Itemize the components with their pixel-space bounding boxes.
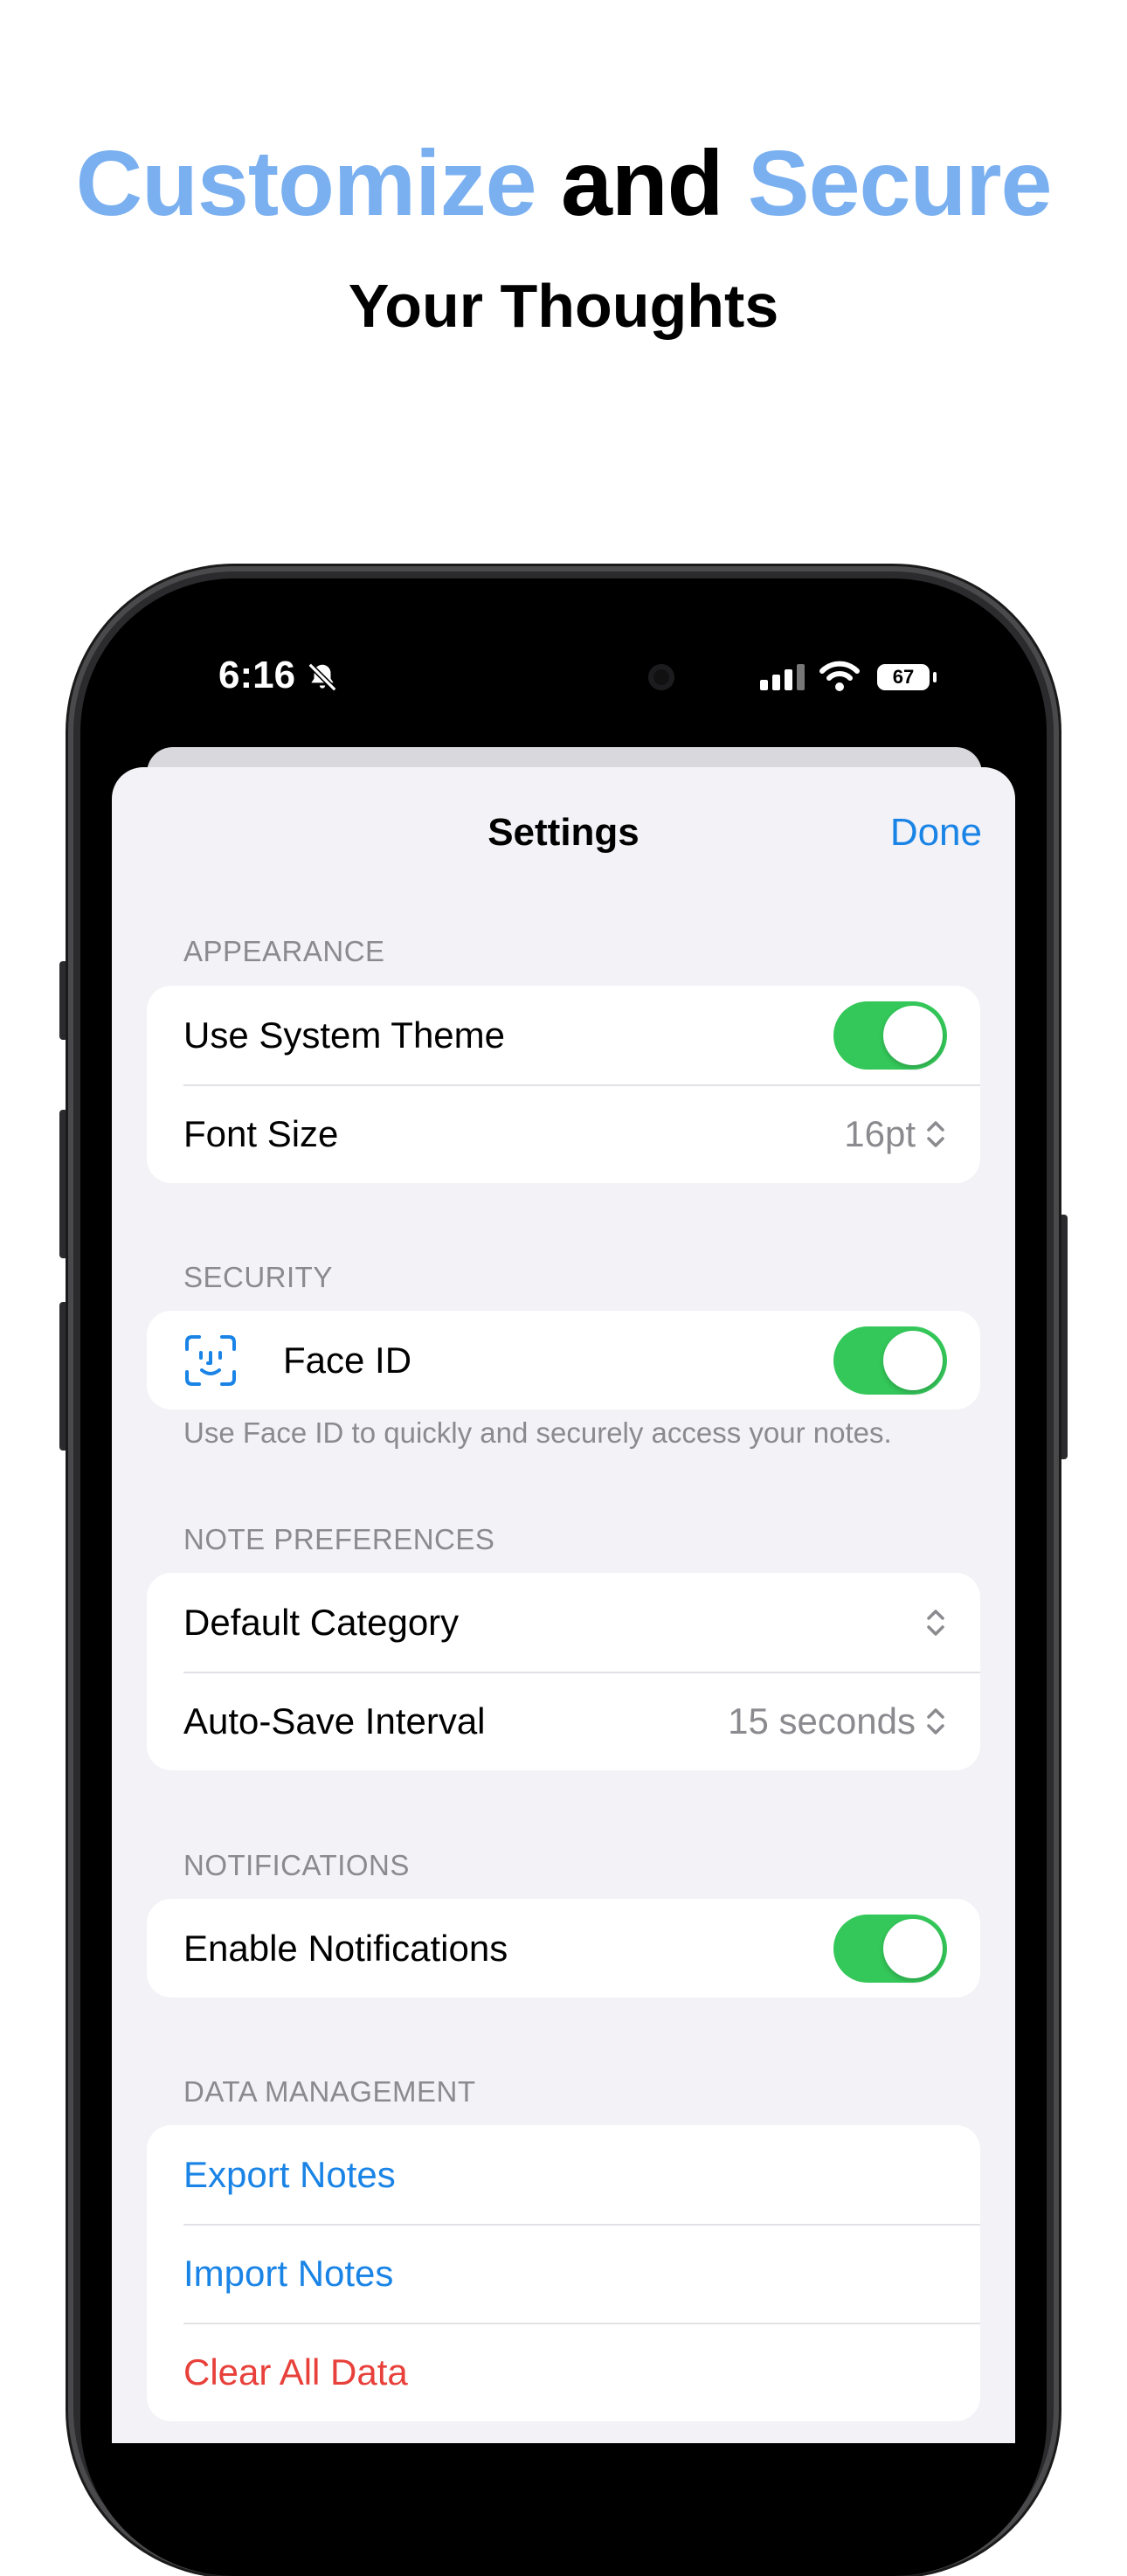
note-preferences-group: Default Category Auto-Save Interval 15 s…: [147, 1573, 980, 1770]
status-time: 6:16: [218, 654, 296, 696]
face-id-footer-note: Use Face ID to quickly and securely acce…: [183, 1416, 892, 1449]
marketing-subtitle: Your Thoughts: [348, 272, 779, 340]
default-category-row[interactable]: Default Category: [147, 1573, 980, 1672]
data-management-group: Export Notes Import Notes Clear All Data: [147, 2125, 980, 2421]
import-notes-row[interactable]: Import Notes: [147, 2224, 980, 2323]
face-id-label: Face ID: [283, 1339, 412, 1381]
default-category-label: Default Category: [183, 1601, 460, 1643]
section-header-notifications: NOTIFICATIONS: [183, 1849, 410, 1881]
settings-sheet: Settings Done APPEARANCE Use System Them…: [112, 767, 1015, 2443]
phone-volume-up-button: [59, 1110, 68, 1258]
face-id-row[interactable]: Face ID: [147, 1311, 980, 1409]
use-system-theme-toggle[interactable]: [833, 1001, 947, 1070]
import-notes-button[interactable]: Import Notes: [183, 2253, 947, 2295]
marketing-headline: Customize and Secure: [0, 122, 1127, 245]
signal-icon: [760, 664, 805, 690]
font-size-row[interactable]: Font Size 16pt: [147, 1084, 980, 1183]
chevron-up-down-icon: [927, 1609, 944, 1636]
headline-word-secure: Secure: [747, 132, 1053, 235]
auto-save-interval-label: Auto-Save Interval: [183, 1700, 486, 1742]
front-camera: [648, 664, 674, 690]
appearance-group: Use System Theme Font Size 16pt: [147, 986, 980, 1183]
font-size-label: Font Size: [183, 1112, 339, 1154]
headline-word-customize: Customize: [75, 132, 537, 235]
battery-tip: [933, 672, 937, 682]
phone-volume-down-button: [59, 1302, 68, 1451]
security-group: Face ID: [147, 1311, 980, 1409]
bell-slash-icon: [308, 662, 337, 692]
export-notes-button[interactable]: Export Notes: [183, 2154, 947, 2196]
done-button[interactable]: Done: [890, 811, 982, 855]
phone-action-button: [59, 961, 68, 1040]
wifi-icon: [819, 661, 860, 691]
enable-notifications-label: Enable Notifications: [183, 1927, 508, 1969]
auto-save-interval-row[interactable]: Auto-Save Interval 15 seconds: [147, 1672, 980, 1770]
enable-notifications-row[interactable]: Enable Notifications: [147, 1899, 980, 1998]
export-notes-row[interactable]: Export Notes: [147, 2125, 980, 2224]
nav-title: Settings: [487, 811, 640, 854]
clear-all-data-row[interactable]: Clear All Data: [147, 2323, 980, 2421]
use-system-theme-row[interactable]: Use System Theme: [147, 986, 980, 1084]
section-header-note-preferences: NOTE PREFERENCES: [183, 1523, 495, 1555]
enable-notifications-toggle[interactable]: [833, 1914, 947, 1983]
toggle-knob: [883, 1918, 943, 1978]
chevron-up-down-icon: [927, 1120, 944, 1147]
battery-icon: 67: [877, 664, 930, 690]
toggle-knob: [883, 1005, 943, 1065]
face-id-icon: [185, 1334, 236, 1386]
auto-save-interval-value: 15 seconds: [728, 1700, 916, 1742]
section-header-appearance: APPEARANCE: [183, 935, 385, 967]
use-system-theme-label: Use System Theme: [183, 1014, 506, 1056]
clear-all-data-button[interactable]: Clear All Data: [183, 2351, 947, 2393]
face-id-toggle[interactable]: [833, 1326, 947, 1395]
section-header-security: SECURITY: [183, 1261, 333, 1293]
section-header-data-management: DATA MANAGEMENT: [183, 2075, 476, 2108]
toggle-knob: [883, 1330, 943, 1390]
headline-word-and: and: [560, 132, 723, 235]
phone-power-button: [1059, 1215, 1068, 1459]
font-size-value: 16pt: [844, 1112, 916, 1154]
notifications-group: Enable Notifications: [147, 1899, 980, 1998]
chevron-up-down-icon: [927, 1707, 944, 1735]
